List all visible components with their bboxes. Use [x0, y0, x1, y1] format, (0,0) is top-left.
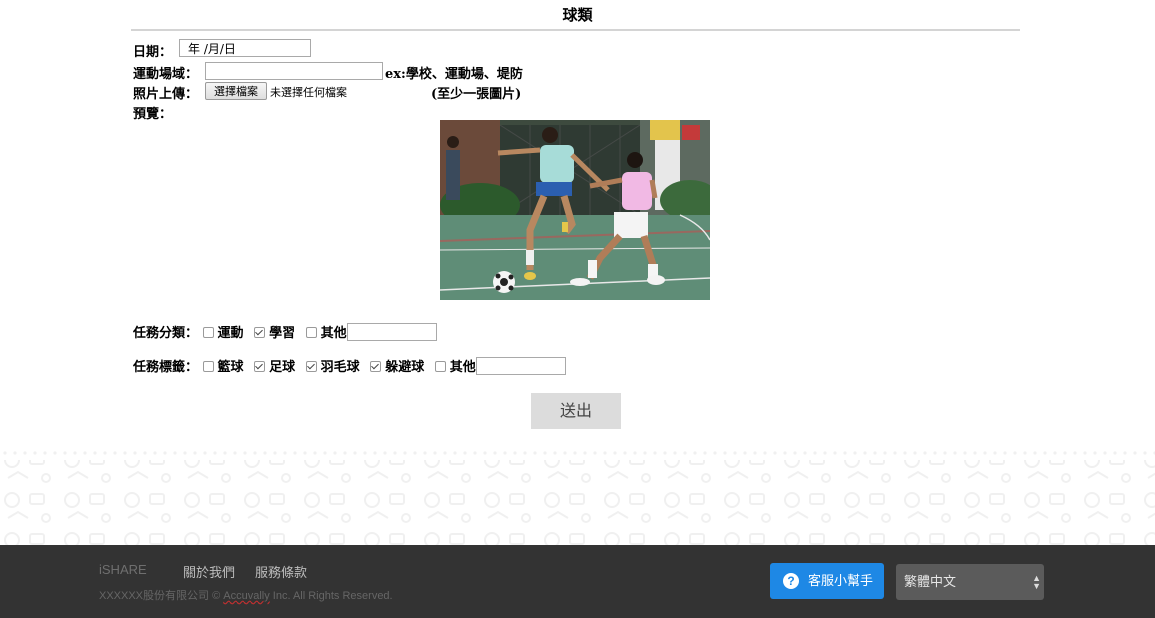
checkbox-icon[interactable]	[202, 361, 214, 372]
footer-copyright: XXXXXX股份有限公司 © Accuvally Inc. All Rights…	[99, 590, 393, 602]
date-input[interactable]: 年 /月/日	[179, 39, 311, 57]
doodle-pattern	[0, 448, 1155, 545]
select-arrows-icon: ▲ ▼	[1032, 573, 1041, 591]
category-other[interactable]: 其他	[305, 322, 347, 341]
tag-football[interactable]: 足球	[254, 356, 295, 375]
footer: iSHARE 關於我們 服務條款 XXXXXX股份有限公司 © Accuvall…	[0, 545, 1155, 618]
choose-file-button[interactable]: 選擇檔案	[205, 82, 267, 100]
checkbox-icon[interactable]	[305, 361, 317, 372]
checkbox-icon[interactable]	[254, 327, 266, 338]
page-title: 球類	[562, 6, 593, 24]
footer-about-link[interactable]: 關於我們	[183, 562, 235, 581]
submit-button[interactable]: 送出	[531, 393, 621, 429]
category-study[interactable]: 學習	[254, 322, 295, 341]
category-group: 任務分類： 運動 學習 其他	[133, 322, 437, 341]
checkbox-icon[interactable]	[254, 361, 266, 372]
date-label: 日期：	[133, 45, 173, 60]
category-label: 任務分類：	[133, 326, 199, 341]
category-other-input[interactable]	[346, 323, 437, 341]
checkbox-icon[interactable]	[434, 361, 446, 372]
tag-basketball[interactable]: 籃球	[202, 356, 244, 375]
checkbox-icon[interactable]	[202, 327, 214, 338]
tag-dodgeball[interactable]: 躲避球	[370, 356, 424, 375]
tag-other-input[interactable]	[475, 357, 566, 375]
preview-image	[440, 120, 710, 300]
tag-label: 任務標籤：	[133, 360, 199, 375]
soccer-photo	[440, 120, 710, 300]
venue-label: 運動場域：	[133, 67, 199, 82]
checkbox-icon[interactable]	[305, 327, 317, 338]
file-status: 未選擇任何檔案	[270, 86, 347, 99]
venue-hint: ex:學校、運動場、堤防	[385, 67, 523, 82]
category-sport[interactable]: 運動	[202, 322, 244, 341]
tag-other[interactable]: 其他	[434, 356, 476, 375]
checkbox-icon[interactable]	[370, 361, 382, 372]
footer-brand[interactable]: iSHARE	[99, 562, 147, 577]
preview-label: 預覽：	[133, 107, 173, 122]
photo-hint: (至少一張圖片)	[431, 87, 522, 102]
decorative-pattern	[0, 448, 1155, 545]
tag-badminton[interactable]: 羽毛球	[305, 356, 360, 375]
title-divider	[131, 29, 1020, 31]
language-select[interactable]: 繁體中文 ▲ ▼	[896, 564, 1044, 600]
question-circle-icon: ?	[783, 573, 799, 589]
photo-upload-label: 照片上傳：	[133, 87, 199, 102]
help-button[interactable]: ? 客服小幫手	[770, 563, 884, 599]
tag-group: 任務標籤： 籃球 足球 羽毛球 躲避球 其他	[133, 356, 566, 375]
venue-input[interactable]	[205, 62, 383, 80]
footer-terms-link[interactable]: 服務條款	[255, 562, 307, 581]
